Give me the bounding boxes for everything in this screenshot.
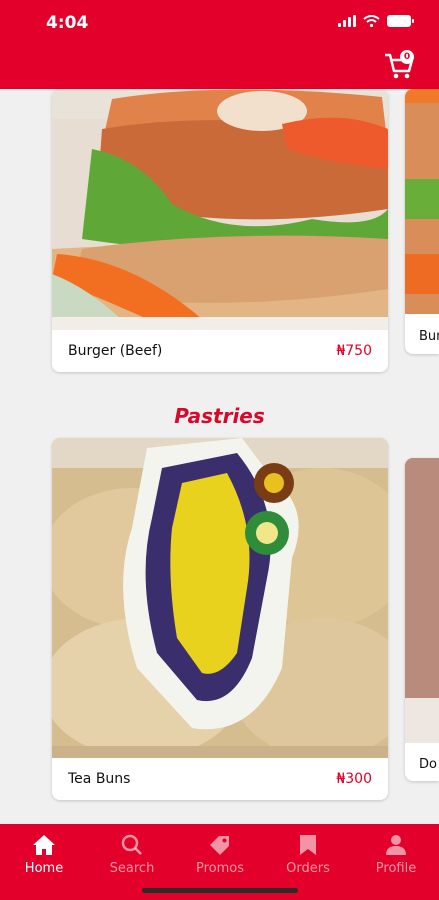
status-time: 4:04 (46, 13, 89, 33)
item-name: Bur (419, 329, 439, 344)
partial-pastry-image (405, 458, 439, 743)
cart-count-badge: 0 (400, 50, 414, 64)
card-footer: Tea Buns ₦300 (52, 758, 388, 800)
product-card-tea-buns[interactable]: Tea Buns ₦300 (52, 438, 388, 800)
burger-image (52, 89, 388, 330)
product-card-partial[interactable]: Do (405, 458, 439, 781)
product-card-burger[interactable]: Burger (Beef) ₦750 (52, 89, 388, 372)
tab-profile[interactable]: Profile (356, 834, 436, 876)
battery-icon (387, 15, 414, 27)
item-name: Do (419, 757, 437, 772)
tea-buns-image (52, 438, 388, 758)
bookmark-icon (300, 835, 316, 855)
item-name: Tea Buns (68, 771, 131, 787)
home-icon (33, 835, 55, 855)
status-icons (338, 15, 414, 27)
tab-orders[interactable]: Orders (268, 834, 348, 876)
item-price: ₦300 (336, 771, 372, 787)
signal-icon (338, 15, 356, 27)
app-header: 4:04 0 (0, 0, 439, 89)
tag-icon (210, 836, 229, 855)
tab-label: Search (109, 861, 155, 876)
partial-food-image (405, 89, 439, 314)
home-indicator (142, 888, 298, 893)
tab-label: Promos (195, 861, 244, 876)
profile-icon (386, 835, 406, 855)
wifi-icon (363, 15, 380, 27)
tab-label: Home (24, 861, 64, 876)
tab-label: Orders (286, 861, 330, 876)
search-icon (121, 834, 142, 855)
item-price: ₦750 (336, 343, 372, 359)
item-name: Burger (Beef) (68, 343, 163, 359)
tab-home[interactable]: Home (4, 834, 84, 876)
tab-label: Profile (375, 861, 417, 876)
product-card-partial[interactable]: Bur (405, 89, 439, 354)
tab-promos[interactable]: Promos (180, 834, 260, 876)
card-footer: Burger (Beef) ₦750 (52, 330, 388, 372)
tab-search[interactable]: Search (92, 834, 172, 876)
section-title-pastries: Pastries (174, 404, 265, 428)
